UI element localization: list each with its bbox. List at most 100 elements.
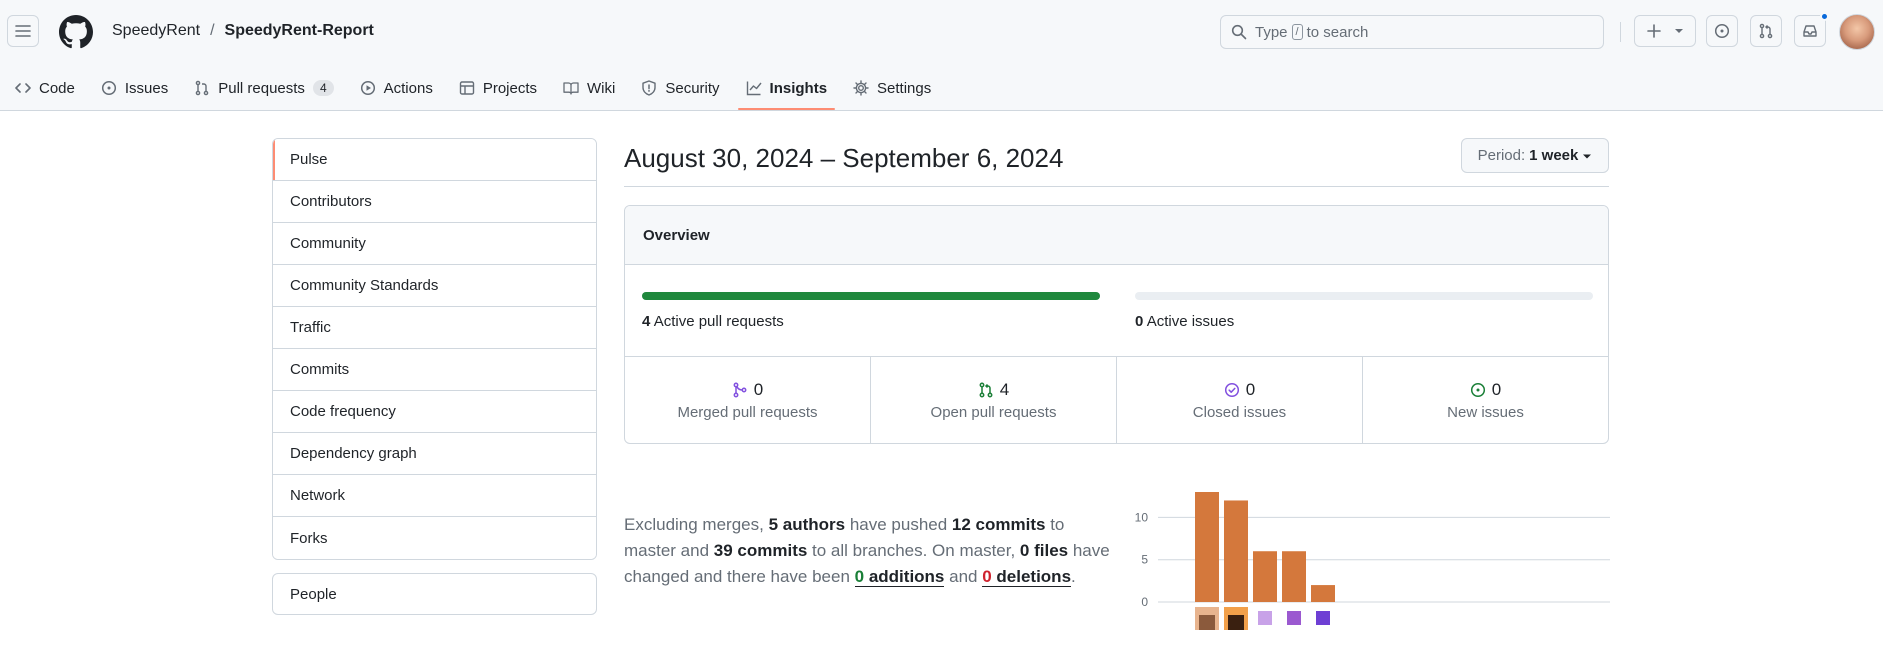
header-divider [1620, 22, 1621, 42]
notification-dot [1820, 12, 1829, 21]
commit-bar[interactable] [1224, 500, 1248, 602]
tab-insights[interactable]: Insights [737, 66, 835, 110]
stat-open-prs[interactable]: 4 Open pull requests [871, 357, 1117, 443]
shield-icon [642, 80, 657, 96]
stat-new-issues[interactable]: 0 New issues [1363, 357, 1608, 443]
table-icon [459, 81, 475, 95]
inbox-icon [1803, 25, 1817, 37]
tab-label: Insights [769, 79, 828, 97]
stat-value: 0 [1245, 379, 1256, 399]
authors-count: 5 authors [768, 515, 846, 534]
sidebar-item-traffic[interactable]: Traffic [273, 307, 596, 349]
tab-label: Security [665, 79, 720, 97]
overview-panel: Overview 4 Active pull requests 0 Active… [624, 205, 1609, 444]
pull-requests-counter: 4 [312, 80, 334, 96]
deletions-count: 0 [982, 567, 992, 586]
sidebar-item-community-standards[interactable]: Community Standards [273, 265, 596, 307]
tab-security[interactable]: Security [641, 66, 720, 110]
git-merge-icon [733, 382, 747, 397]
tab-label: Actions [383, 79, 433, 97]
stat-closed-issues[interactable]: 0 Closed issues [1117, 357, 1363, 443]
graph-icon [746, 81, 762, 96]
commit-bar[interactable] [1311, 585, 1335, 602]
code-icon [15, 83, 31, 93]
author-avatar-icon[interactable] [1195, 607, 1219, 630]
stat-label: New issues [1447, 403, 1524, 421]
menu-button[interactable] [7, 15, 39, 47]
commits-by-author-chart: 0 5 10 [1135, 492, 1610, 630]
tab-label: Settings [877, 79, 932, 97]
sidebar-item-code-frequency[interactable]: Code frequency [273, 391, 596, 433]
breadcrumb-separator: / [210, 22, 215, 39]
sidebar-item-forks[interactable]: Forks [273, 517, 596, 559]
tab-label: Code [39, 79, 75, 97]
overview-heading: Overview [625, 206, 1608, 265]
active-prs-text[interactable]: 4 Active pull requests [642, 313, 784, 330]
issues-button[interactable] [1706, 15, 1738, 47]
sidebar-item-network[interactable]: Network [273, 475, 596, 517]
user-avatar[interactable] [1839, 14, 1875, 50]
commit-bar[interactable] [1195, 492, 1219, 602]
stat-merged-prs[interactable]: 0 Merged pull requests [625, 357, 871, 443]
tab-code[interactable]: Code [15, 66, 75, 110]
issues-bar-track [1135, 292, 1593, 300]
sidebar-item-commits[interactable]: Commits [273, 349, 596, 391]
tab-settings[interactable]: Settings [853, 66, 931, 110]
y-tick-label: 10 [1135, 510, 1149, 524]
author-avatar-icon[interactable] [1224, 607, 1248, 630]
sidebar-item-people[interactable]: People [272, 573, 597, 615]
triangle-down-icon [1675, 29, 1683, 33]
play-icon [360, 80, 375, 96]
pull-requests-bar-fill [642, 292, 1100, 300]
repo-name-link[interactable]: SpeedyRent-Report [225, 22, 374, 40]
github-logo-icon[interactable] [59, 15, 93, 49]
sidebar-item-pulse[interactable]: Pulse [273, 139, 596, 181]
summary-text: to all branches. On master, [807, 541, 1020, 560]
breadcrumb: SpeedyRent / SpeedyRent-Report [112, 22, 374, 40]
repo-owner-link[interactable]: SpeedyRent [112, 22, 200, 40]
tab-label: Issues [124, 79, 169, 97]
pull-requests-button[interactable] [1750, 15, 1782, 47]
stat-value: 0 [1491, 379, 1502, 399]
tab-label: Pull requests [218, 79, 305, 97]
search-input[interactable]: Type / to search [1220, 15, 1604, 49]
active-issues-count: 0 [1135, 313, 1144, 330]
repo-tabs: Code Issues Pull requests 4 Actions Proj… [15, 66, 957, 111]
deletions-link[interactable]: 0 deletions [982, 567, 1072, 587]
tab-issues[interactable]: Issues [101, 66, 168, 110]
author-avatar-icon[interactable] [1311, 607, 1335, 630]
tab-pull-requests[interactable]: Pull requests 4 [194, 66, 334, 110]
period-label: Period: [1477, 147, 1526, 164]
tab-projects[interactable]: Projects [459, 66, 537, 110]
author-avatar-icon[interactable] [1282, 607, 1306, 630]
y-tick-label: 5 [1141, 553, 1148, 567]
tab-label: Wiki [587, 79, 616, 97]
tab-actions[interactable]: Actions [360, 66, 433, 110]
search-shortcut-key: / [1291, 24, 1303, 40]
period-value: 1 week [1529, 147, 1579, 164]
commits-count: 12 commits [951, 515, 1046, 534]
additions-link[interactable]: 0 additions [854, 567, 945, 587]
global-header: SpeedyRent / SpeedyRent-Report Type / to… [0, 0, 1883, 111]
sidebar-item-community[interactable]: Community [273, 223, 596, 265]
search-icon [1231, 24, 1247, 40]
period-dropdown[interactable]: Period: 1 week [1461, 138, 1609, 173]
active-prs-count: 4 [642, 313, 651, 330]
issue-closed-icon [1224, 382, 1239, 397]
commit-bar[interactable] [1253, 551, 1277, 602]
create-new-button[interactable] [1634, 15, 1696, 47]
commit-bar[interactable] [1282, 551, 1306, 602]
summary-text: Excluding merges, [624, 515, 769, 534]
search-placeholder-prefix: Type [1255, 23, 1288, 41]
tab-wiki[interactable]: Wiki [563, 66, 615, 110]
active-issues-text[interactable]: 0 Active issues [1135, 313, 1234, 330]
author-avatar-icon[interactable] [1253, 607, 1277, 630]
sidebar-item-dependency-graph[interactable]: Dependency graph [273, 433, 596, 475]
page-title: August 30, 2024 – September 6, 2024 [624, 143, 1064, 173]
sidebar-item-contributors[interactable]: Contributors [273, 181, 596, 223]
active-prs-label: Active pull requests [653, 313, 784, 330]
deletions-word: deletions [991, 567, 1072, 586]
title-divider [624, 186, 1609, 187]
summary-text: . [1071, 567, 1076, 586]
pull-request-icon [195, 80, 209, 96]
